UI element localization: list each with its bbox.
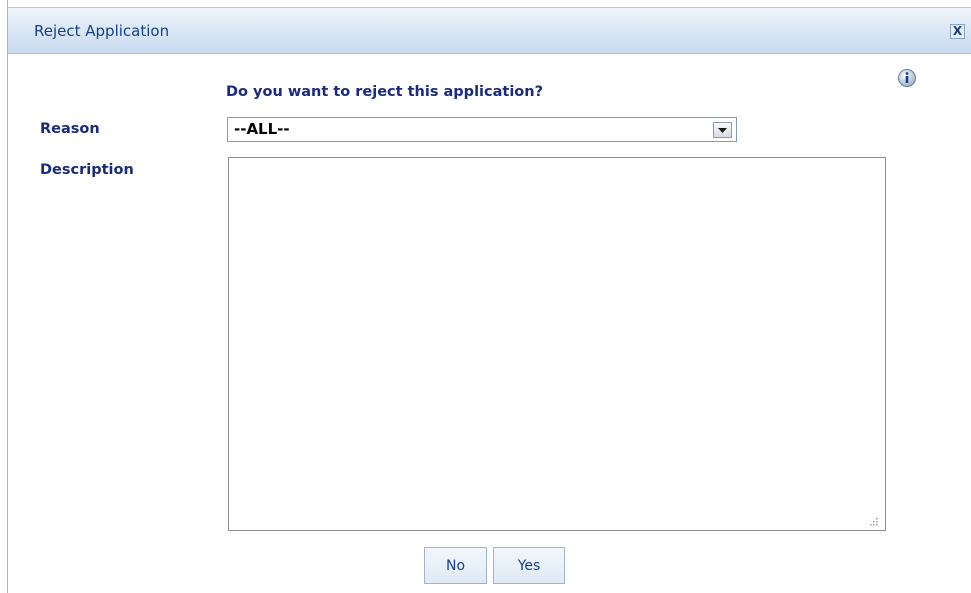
reason-label: Reason xyxy=(40,121,100,137)
no-button[interactable]: No xyxy=(424,547,487,584)
description-label: Description xyxy=(40,162,134,178)
chevron-down-icon[interactable] xyxy=(713,122,732,138)
dialog-title: Reject Application xyxy=(34,22,170,40)
dialog-titlebar: Reject Application X xyxy=(8,7,971,54)
close-icon[interactable]: X xyxy=(950,24,965,39)
reason-selected-value: --ALL-- xyxy=(234,120,290,138)
reject-prompt: Do you want to reject this application? xyxy=(226,84,543,100)
reason-select[interactable]: --ALL-- xyxy=(227,117,737,142)
yes-button[interactable]: Yes xyxy=(493,547,565,584)
description-textarea[interactable] xyxy=(228,157,886,531)
info-icon[interactable] xyxy=(897,68,917,88)
